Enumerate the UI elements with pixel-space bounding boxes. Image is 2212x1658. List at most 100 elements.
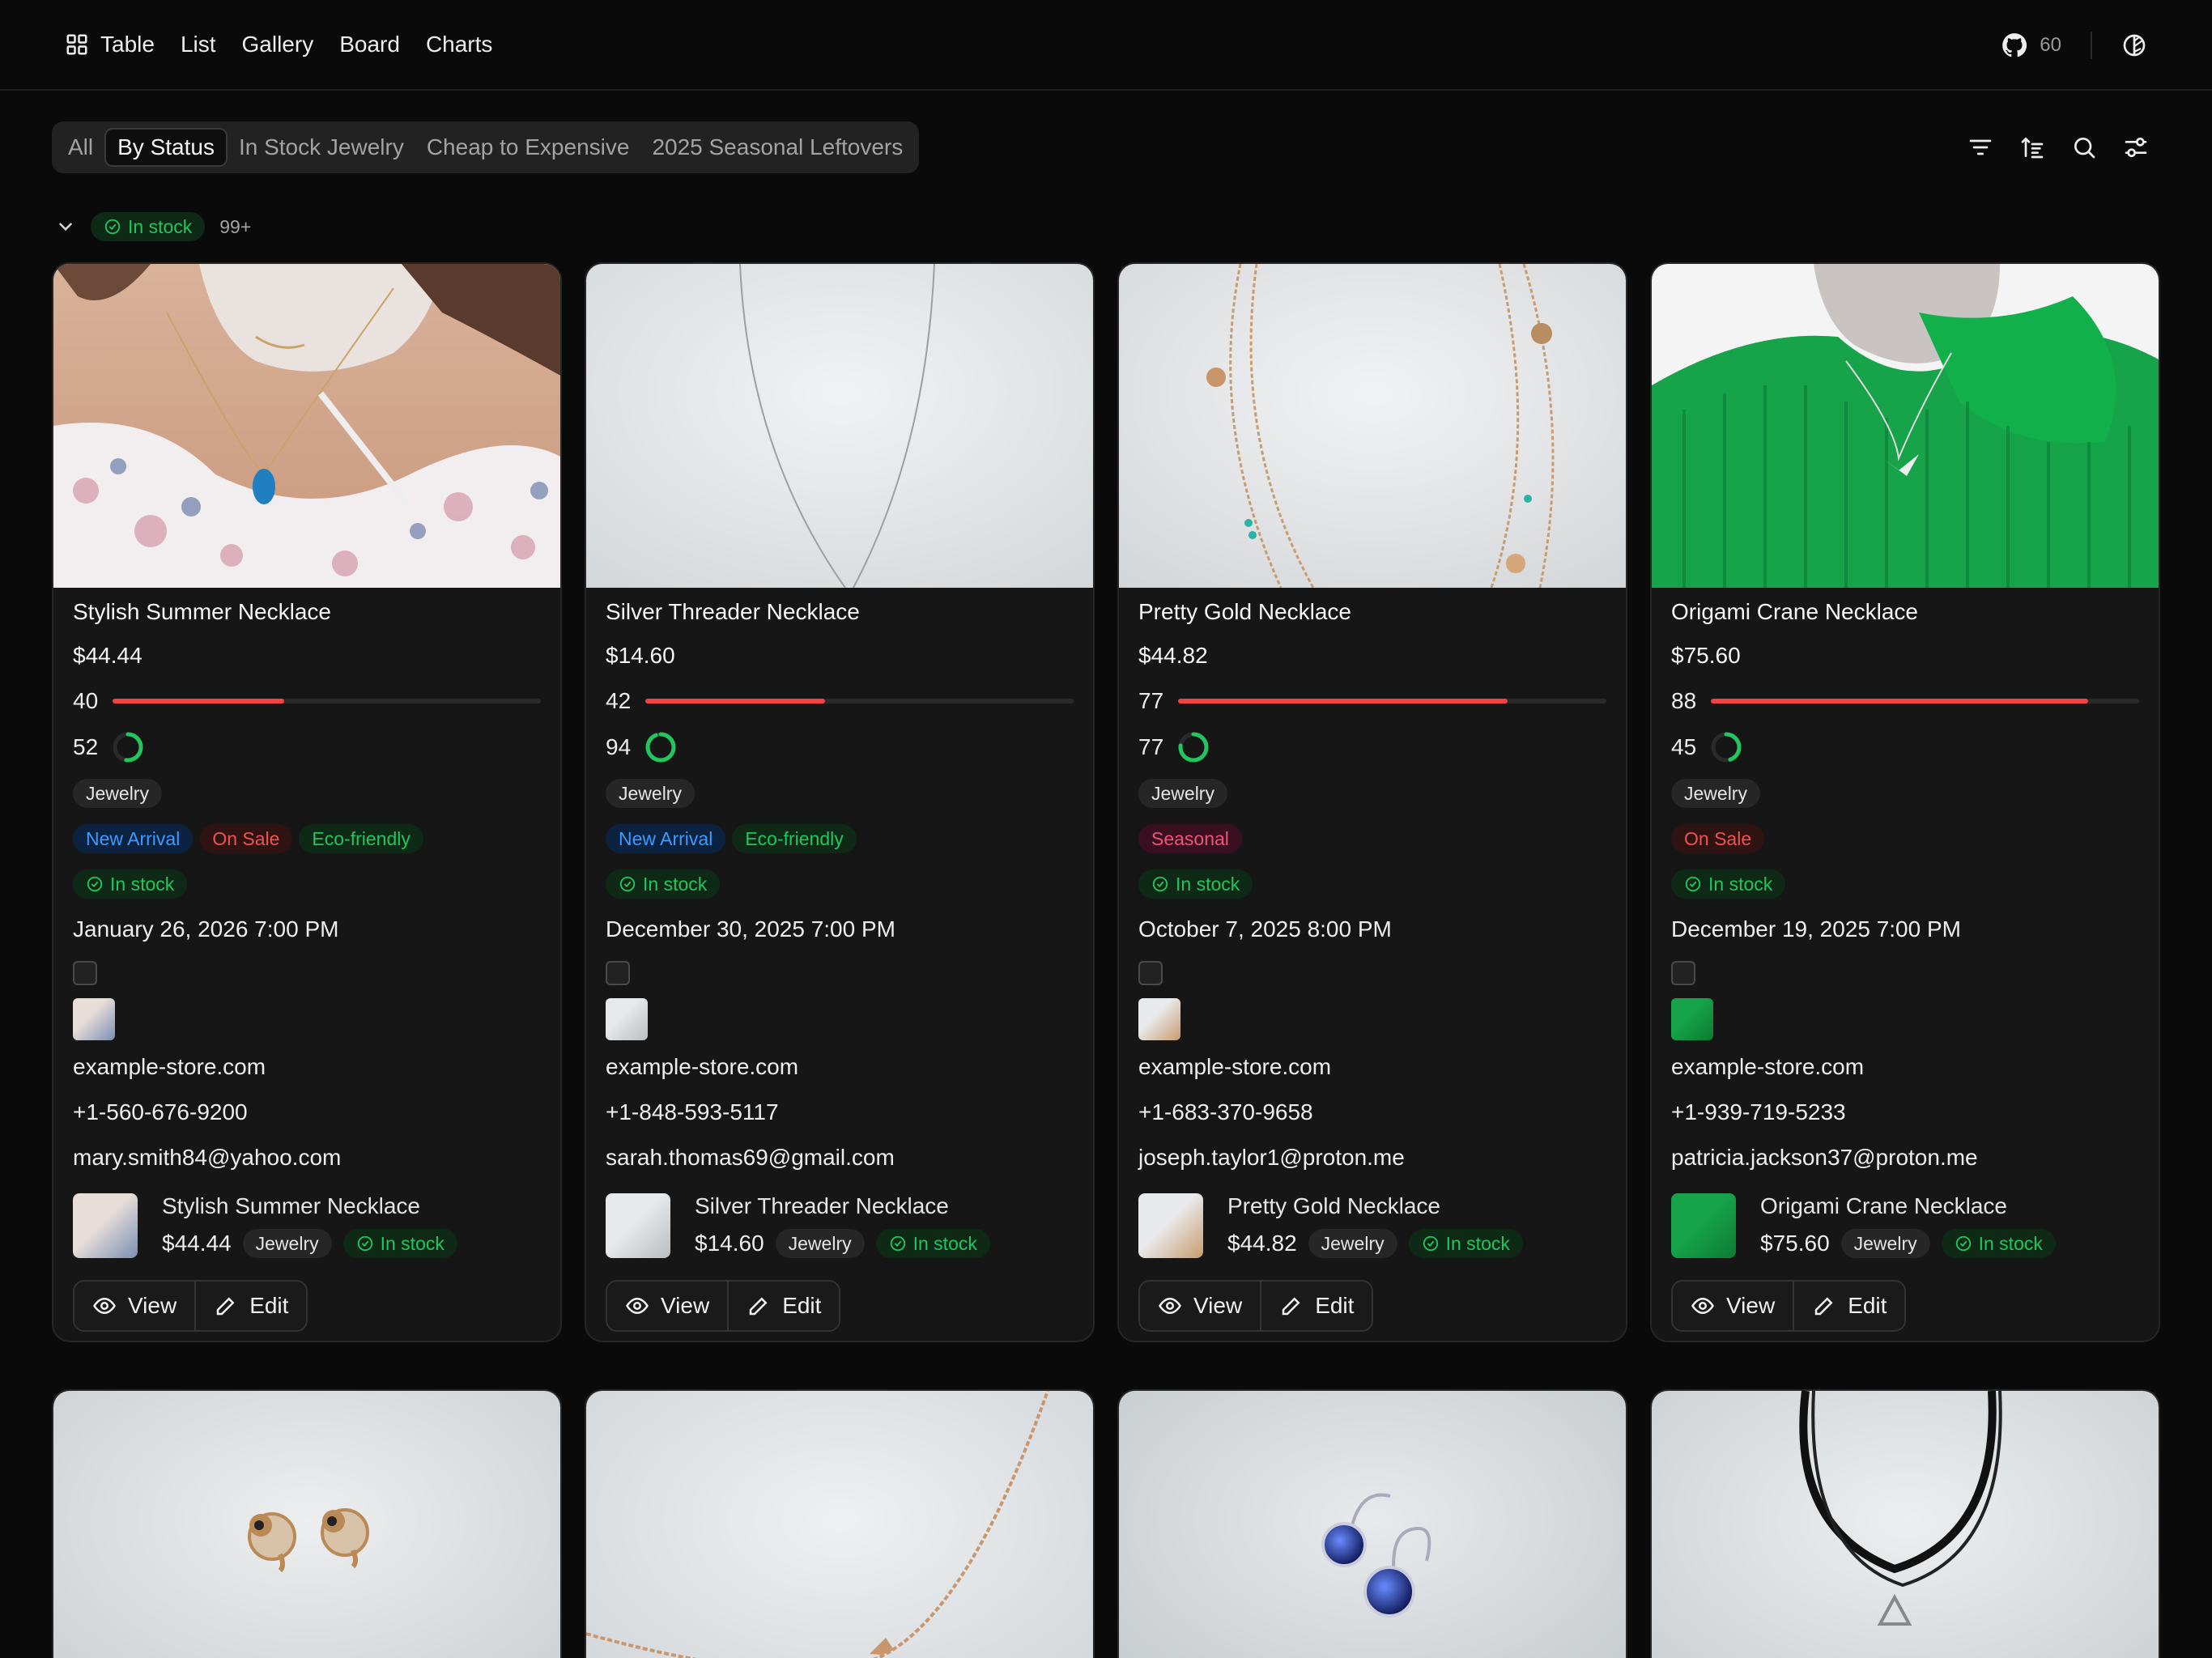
product-email[interactable]: sarah.thomas69@gmail.com <box>606 1135 1074 1180</box>
nav-board[interactable]: Board <box>326 22 413 67</box>
nav-charts[interactable]: Charts <box>413 22 505 67</box>
card-actions: View Edit <box>1138 1271 1606 1341</box>
linked-product-title: Origami Crane Necklace <box>1760 1193 2007 1218</box>
thumbnail-row <box>1138 994 1606 1044</box>
product-checkbox[interactable] <box>606 952 1074 994</box>
nav-gallery[interactable]: Gallery <box>229 22 327 67</box>
card-actions: View Edit <box>1671 1271 2139 1341</box>
view-button-label: View <box>1726 1293 1776 1318</box>
nav-list[interactable]: List <box>168 22 229 67</box>
product-price: $75.60 <box>1671 643 1741 668</box>
chevron-down-icon[interactable] <box>55 216 76 237</box>
product-phone[interactable]: +1-939-719-5233 <box>1671 1090 2139 1135</box>
product-url[interactable]: example-store.com <box>1138 1044 1606 1090</box>
ring-row: 52 <box>73 724 541 771</box>
linked-status-badge: In stock <box>342 1229 457 1258</box>
product-date: October 7, 2025 8:00 PM <box>1138 916 1392 942</box>
progress-ring-icon <box>1711 732 1742 763</box>
product-card[interactable]: Origami Crane Necklace $75.60 88 45 Jewelry O… <box>1650 262 2160 1342</box>
linked-product[interactable]: Origami Crane Necklace $75.60 Jewelry In st… <box>1671 1180 2139 1271</box>
product-checkbox[interactable] <box>73 952 541 994</box>
product-email[interactable]: joseph.taylor1@proton.me <box>1138 1135 1606 1180</box>
action-button-group: View Edit <box>1138 1280 1374 1332</box>
status-row: In stock <box>1671 861 2139 907</box>
view-button[interactable]: View <box>607 1282 728 1330</box>
product-phone[interactable]: +1-683-370-9658 <box>1138 1090 1606 1135</box>
product-thumbnail[interactable] <box>606 998 648 1040</box>
linked-product[interactable]: Pretty Gold Necklace $44.82 Jewelry In stoc… <box>1138 1180 1606 1271</box>
checkbox-box[interactable] <box>73 961 97 985</box>
view-button[interactable]: View <box>1673 1282 1793 1330</box>
product-phone[interactable]: +1-560-676-9200 <box>73 1090 541 1135</box>
check-circle-icon <box>619 876 636 892</box>
check-circle-icon <box>1955 1235 1971 1252</box>
theme-toggle[interactable] <box>2121 32 2147 58</box>
edit-button[interactable]: Edit <box>727 1282 840 1330</box>
product-thumbnail[interactable] <box>73 998 115 1040</box>
github-star-count: 60 <box>2040 34 2061 56</box>
category-row: Jewelry <box>73 771 541 816</box>
product-phone[interactable]: +1-848-593-5117 <box>606 1090 1074 1135</box>
product-card[interactable]: Silver Threader Necklace $14.60 42 94 Jewelr… <box>585 262 1095 1342</box>
sort-button[interactable] <box>2018 133 2047 162</box>
view-button-label: View <box>128 1293 177 1318</box>
product-card[interactable]: Stylish Summer Necklace $44.44 40 52 Jewelry… <box>52 262 562 1342</box>
view-tab-cheap-to-expensive[interactable]: Cheap to Expensive <box>415 128 641 167</box>
product-image[interactable] <box>52 1389 562 1658</box>
product-url[interactable]: example-store.com <box>1671 1044 2139 1090</box>
view-tab-2025-seasonal-leftovers[interactable]: 2025 Seasonal Leftovers <box>640 128 914 167</box>
product-checkbox[interactable] <box>1138 952 1606 994</box>
nav-table[interactable]: Table <box>65 22 168 67</box>
product-email[interactable]: mary.smith84@yahoo.com <box>73 1135 541 1180</box>
checkbox-box[interactable] <box>1671 961 1695 985</box>
product-image[interactable] <box>1117 1389 1627 1658</box>
product-checkbox[interactable] <box>1671 952 2139 994</box>
view-tab-all[interactable]: All <box>57 128 104 167</box>
product-title: Silver Threader Necklace <box>606 599 860 624</box>
product-url[interactable]: example-store.com <box>73 1044 541 1090</box>
ring-row: 77 <box>1138 724 1606 771</box>
linked-product-info: Silver Threader Necklace $14.60 Jewelry In … <box>695 1193 990 1258</box>
edit-icon <box>1814 1297 1833 1316</box>
check-circle-icon <box>1152 876 1168 892</box>
edit-icon <box>749 1297 768 1316</box>
view-tab-in-stock-jewelry[interactable]: In Stock Jewelry <box>228 128 415 167</box>
product-image[interactable] <box>585 1389 1095 1658</box>
product-thumbnail[interactable] <box>1138 998 1180 1040</box>
view-button[interactable]: View <box>74 1282 195 1330</box>
product-image[interactable] <box>1119 264 1626 588</box>
product-title: Origami Crane Necklace <box>1671 599 1918 624</box>
filter-button[interactable] <box>1966 133 1995 162</box>
product-image[interactable] <box>1650 1389 2160 1658</box>
github-link[interactable]: 60 <box>2001 32 2061 59</box>
tag-badge: New Arrival <box>73 824 194 853</box>
product-thumbnail[interactable] <box>1671 998 1713 1040</box>
grid-icon <box>66 34 87 55</box>
product-card[interactable]: Pretty Gold Necklace $44.82 77 77 Jewelry Sea… <box>1117 262 1627 1342</box>
check-circle-icon <box>890 1235 905 1252</box>
product-url[interactable]: example-store.com <box>606 1044 1074 1090</box>
checkbox-box[interactable] <box>606 961 630 985</box>
edit-button[interactable]: Edit <box>1260 1282 1372 1330</box>
galaxy-earrings-image <box>1119 1391 1626 1658</box>
progress-fill <box>113 699 284 704</box>
edit-button[interactable]: Edit <box>194 1282 307 1330</box>
edit-icon <box>1282 1297 1300 1316</box>
edit-button[interactable]: Edit <box>1793 1282 1905 1330</box>
product-email[interactable]: patricia.jackson37@proton.me <box>1671 1135 2139 1180</box>
tag-badge: Seasonal <box>1138 824 1242 853</box>
linked-product[interactable]: Silver Threader Necklace $14.60 Jewelry In … <box>606 1180 1074 1271</box>
product-image[interactable] <box>53 264 560 588</box>
search-button[interactable] <box>2069 133 2099 162</box>
product-image[interactable] <box>586 264 1093 588</box>
edit-icon <box>216 1297 235 1316</box>
view-tab-by-status[interactable]: By Status <box>104 128 228 167</box>
view-button[interactable]: View <box>1140 1282 1261 1330</box>
theme-toggle-icon <box>2123 34 2146 57</box>
view-settings-button[interactable] <box>2121 133 2150 162</box>
product-image[interactable] <box>1652 264 2159 588</box>
check-circle-icon <box>357 1235 372 1252</box>
linked-product[interactable]: Stylish Summer Necklace $44.44 Jewelry In s… <box>73 1180 541 1271</box>
progress-ring-icon <box>113 732 143 763</box>
checkbox-box[interactable] <box>1138 961 1163 985</box>
